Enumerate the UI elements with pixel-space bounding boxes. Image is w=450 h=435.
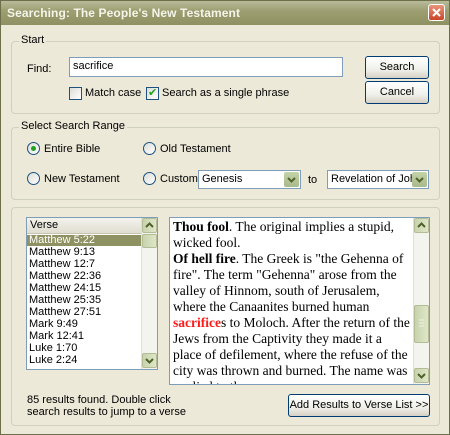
chevron-up-icon [417,222,426,228]
verse-list-item[interactable]: Luke 1:70 [27,343,141,354]
chevron-up-icon [145,222,154,228]
commentary-text: Thou fool. The original implies a stupid… [173,219,411,384]
custom-label: Custom [160,173,198,185]
commentary-scroll-thumb[interactable] [414,305,429,343]
results-hint-text: search results to jump to a verse [27,406,186,418]
commentary-scroll-down-button[interactable] [414,368,429,383]
chevron-down-icon [417,373,426,379]
close-button[interactable] [428,4,445,21]
match-case-checkbox[interactable] [69,87,82,100]
commentary-paragraph-2: Of hell fire. The Greek is "the Gehenna … [173,251,411,384]
commentary-scroll-up-button[interactable] [414,218,429,233]
radio-new-testament[interactable] [27,172,40,185]
verse-results-list[interactable]: Verse Matthew 5:22 Matthew 9:13 Matthew 12… [26,217,158,370]
to-book-select[interactable]: Revelation of John [327,170,429,189]
scroll-down-button[interactable] [142,353,157,368]
find-label: Find: [27,63,52,75]
scroll-up-button[interactable] [142,218,157,233]
verse-list-item[interactable]: Luke 2:24 [27,355,141,366]
term-of-hell-fire: Of hell fire [173,251,236,266]
verse-list-item[interactable]: Matthew 24:15 [27,283,141,294]
verse-column-header-label: Verse [30,219,59,231]
list-scrollbar[interactable] [141,218,157,369]
verse-list-item[interactable]: Matthew 9:13 [27,247,141,258]
verse-list-item[interactable]: Matthew 27:51 [27,307,141,318]
radio-old-testament[interactable] [143,142,156,155]
start-group-label: Start [19,34,47,46]
chevron-down-icon [145,358,154,364]
radio-entire-bible[interactable] [27,142,40,155]
commentary-pane[interactable]: Thou fool. The original implies a stupid… [169,217,430,385]
single-phrase-label: Search as a single phrase [162,87,290,99]
search-button[interactable]: Search [365,56,429,79]
verse-column-header[interactable]: Verse [27,218,141,234]
to-book-value: Revelation of John [331,173,423,185]
check-mark-icon: ✔ [148,87,158,99]
window-title: Searching: The People's New Testament [7,6,241,20]
entire-bible-label: Entire Bible [44,143,101,155]
title-bar[interactable]: Searching: The People's New Testament [1,1,449,25]
term-thou-fool: Thou fool [173,219,229,234]
old-testament-label: Old Testament [160,143,231,155]
search-dialog: Searching: The People's New Testament St… [0,0,450,435]
commentary-scrollbar[interactable] [413,218,429,384]
find-input[interactable]: sacrifice [69,57,343,77]
new-testament-label: New Testament [44,173,120,185]
add-results-button[interactable]: Add Results to Verse List >> [288,394,430,417]
list-scroll-thumb[interactable] [142,234,157,248]
grip-icon [419,319,424,327]
range-group [11,127,440,200]
range-group-label: Select Search Range [19,120,127,132]
chevron-down-icon[interactable] [284,172,299,187]
chevron-down-icon[interactable] [412,172,427,187]
close-icon [432,8,441,17]
verse-list-item[interactable]: Mark 9:49 [27,319,141,330]
verse-list-item[interactable]: Matthew 22:36 [27,271,141,282]
radio-custom[interactable] [143,172,156,185]
results-count-text: 85 results found. Double click [27,394,171,406]
search-highlight: sacrifice [173,315,221,330]
to-label: to [308,174,318,186]
cancel-button[interactable]: Cancel [365,81,429,104]
radio-selected-dot [31,146,36,151]
match-case-label: Match case [85,87,142,99]
verse-list-item[interactable]: Matthew 5:22 [27,235,141,246]
verse-list-item[interactable]: Matthew 12:7 [27,259,141,270]
from-book-select[interactable]: Genesis [198,170,301,189]
find-input-value: sacrifice [73,60,114,72]
verse-list-item[interactable]: Mark 12:41 [27,331,141,342]
single-phrase-checkbox[interactable]: ✔ [146,87,159,100]
verse-list-item[interactable]: Matthew 25:35 [27,295,141,306]
from-book-value: Genesis [202,173,243,185]
commentary-paragraph-1: Thou fool. The original implies a stupid… [173,219,411,251]
